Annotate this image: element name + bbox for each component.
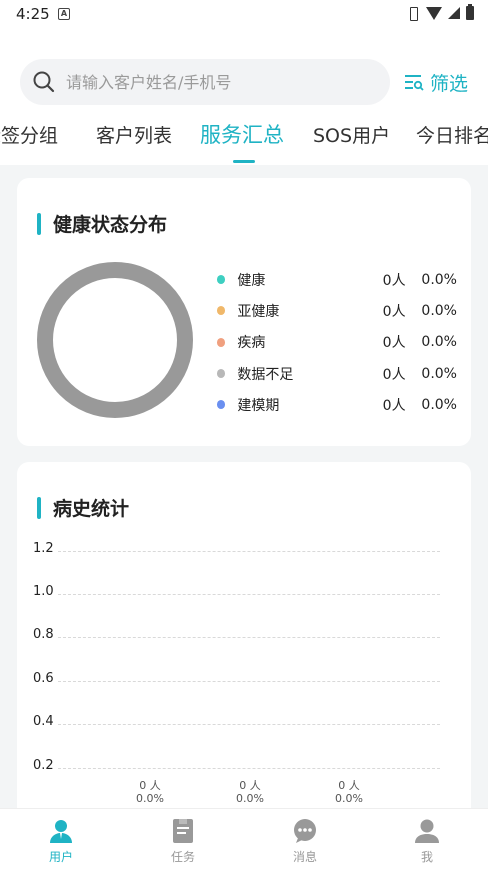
- nav-messages[interactable]: 消息: [244, 809, 366, 869]
- bar-count: 0 人: [139, 779, 161, 792]
- grid-line: [58, 551, 440, 552]
- legend-percent: 0.0%: [421, 365, 457, 382]
- medical-history-card: 病史统计 1.2 1.0 0.8 0.6 0.4 0.2 0 人 0.0% 0 …: [17, 462, 471, 808]
- legend-label: 亚健康: [237, 303, 280, 320]
- grid-line: [58, 681, 440, 682]
- medical-history-title: 病史统计: [37, 494, 129, 521]
- vibrate-icon: [406, 6, 420, 21]
- wifi-icon: [426, 7, 442, 20]
- task-icon: [173, 819, 193, 843]
- health-status-title-text: 健康状态分布: [53, 214, 168, 236]
- legend-percent: 0.0%: [421, 396, 457, 413]
- health-donut-chart: [37, 262, 193, 418]
- legend-dot: [217, 275, 226, 285]
- medical-history-title-text: 病史统计: [53, 498, 130, 520]
- legend-dot: [217, 400, 226, 410]
- y-tick-label: 0.4: [33, 714, 54, 729]
- bar-data-label: 0 人 0.0%: [220, 779, 280, 805]
- y-tick-label: 0.6: [33, 671, 54, 686]
- legend-label: 疾病: [237, 335, 266, 352]
- legend-count: 0人: [382, 303, 406, 320]
- legend-label: 数据不足: [237, 366, 294, 383]
- user-icon: [50, 820, 72, 843]
- search-row: 筛选: [20, 59, 470, 105]
- legend-item-modeling: 建模期 0人 0.0%: [217, 389, 457, 420]
- bar-data-label: 0 人 0.0%: [319, 779, 379, 805]
- bottom-nav: 用户 任务 消息 我: [0, 808, 488, 869]
- legend-label: 健康: [237, 272, 266, 289]
- tab-today-ranking[interactable]: 今日排名: [416, 121, 488, 148]
- bar-data-label: 0 人 0.0%: [120, 779, 180, 805]
- message-icon: [294, 819, 316, 843]
- status-bar: 4:25 A: [0, 0, 488, 28]
- filter-icon: [405, 75, 424, 91]
- bar-count: 0 人: [239, 779, 261, 792]
- y-tick-label: 0.8: [33, 627, 54, 642]
- nav-users-label: 用户: [48, 850, 73, 864]
- grid-line: [58, 637, 440, 638]
- legend-item-insufficient-data: 数据不足 0人 0.0%: [217, 358, 457, 389]
- bar-percent: 0.0%: [236, 792, 264, 805]
- bar-percent: 0.0%: [136, 792, 164, 805]
- bar-percent: 0.0%: [335, 792, 363, 805]
- grid-line: [58, 594, 440, 595]
- search-icon: [33, 71, 55, 93]
- legend-count: 0人: [382, 366, 406, 383]
- filter-button[interactable]: 筛选: [404, 69, 468, 96]
- tab-customer-list[interactable]: 客户列表: [96, 121, 172, 148]
- y-tick-label: 1.2: [33, 541, 54, 556]
- nav-users[interactable]: 用户: [0, 809, 122, 869]
- legend-item-healthy: 健康 0人 0.0%: [217, 264, 457, 295]
- status-time: 4:25: [16, 5, 50, 23]
- tab-indicator: [233, 160, 255, 163]
- legend-item-disease: 疾病 0人 0.0%: [217, 327, 457, 358]
- legend-item-subhealthy: 亚健康 0人 0.0%: [217, 295, 457, 326]
- y-tick-label: 0.2: [33, 758, 54, 773]
- main-content[interactable]: 健康状态分布 健康 0人 0.0% 亚健康 0人 0.0% 疾病 0人 0.0%…: [0, 165, 488, 808]
- legend-dot: [217, 369, 226, 379]
- legend-percent: 0.0%: [421, 302, 457, 319]
- tab-bar: 标签分组 客户列表 服务汇总 SOS用户 今日排名: [0, 115, 488, 165]
- status-icons: [406, 3, 474, 21]
- legend-dot: [217, 306, 226, 316]
- signal-icon: [448, 6, 460, 19]
- grid-line: [58, 768, 440, 769]
- legend-label: 建模期: [237, 397, 280, 414]
- legend-count: 0人: [382, 272, 406, 289]
- tab-sos-users[interactable]: SOS用户: [313, 121, 390, 148]
- health-legend: 健康 0人 0.0% 亚健康 0人 0.0% 疾病 0人 0.0% 数据不足 0…: [217, 264, 457, 420]
- nav-me[interactable]: 我: [366, 809, 488, 869]
- medical-history-chart: 1.2 1.0 0.8 0.6 0.4 0.2 0 人 0.0% 0 人 0.0…: [17, 532, 471, 808]
- notification-icon: A: [58, 8, 70, 20]
- legend-percent: 0.0%: [421, 334, 457, 351]
- nav-tasks-label: 任务: [170, 850, 195, 864]
- health-status-card: 健康状态分布 健康 0人 0.0% 亚健康 0人 0.0% 疾病 0人 0.0%…: [17, 178, 471, 446]
- search-box[interactable]: [20, 59, 390, 105]
- nav-tasks[interactable]: 任务: [122, 809, 244, 869]
- legend-count: 0人: [382, 335, 406, 352]
- battery-icon: [466, 3, 474, 20]
- title-accent-bar: [37, 212, 41, 235]
- legend-count: 0人: [382, 397, 406, 414]
- grid-line: [58, 724, 440, 725]
- health-status-title: 健康状态分布: [37, 210, 167, 237]
- tab-service-summary[interactable]: 服务汇总: [200, 119, 284, 149]
- profile-icon: [415, 819, 439, 843]
- filter-label: 筛选: [430, 72, 469, 95]
- search-input[interactable]: [66, 72, 346, 92]
- y-tick-label: 1.0: [33, 584, 54, 599]
- tab-tag-groups[interactable]: 标签分组: [0, 121, 58, 148]
- nav-me-label: 我: [420, 850, 433, 864]
- bar-count: 0 人: [338, 779, 360, 792]
- legend-percent: 0.0%: [421, 271, 457, 288]
- title-accent-bar: [37, 496, 41, 519]
- legend-dot: [217, 337, 226, 347]
- nav-messages-label: 消息: [292, 850, 317, 864]
